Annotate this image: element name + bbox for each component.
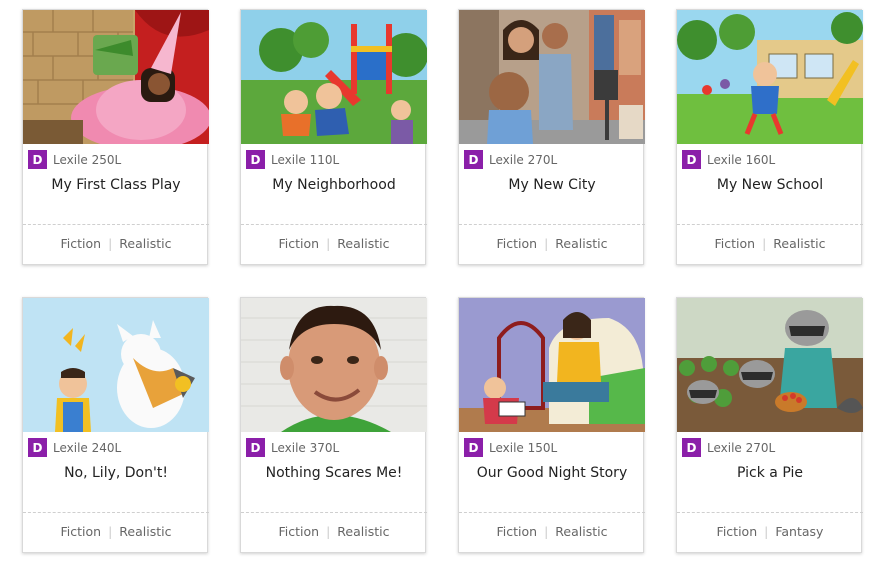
level-badge: D — [28, 150, 47, 169]
book-cover-image[interactable] — [241, 298, 427, 432]
book-card-no-lily-dont[interactable]: D Lexile 240L No, Lily, Don't! Fiction | R… — [22, 297, 209, 553]
genre-tag: Fiction — [716, 524, 758, 539]
subgenre-tag: Realistic — [119, 236, 172, 251]
genre-tag: Fiction — [496, 524, 538, 539]
level-badge: D — [246, 438, 265, 457]
subgenre-tag: Realistic — [555, 524, 608, 539]
genre-tag: Fiction — [714, 236, 756, 251]
genre-tag: Fiction — [496, 236, 538, 251]
subgenre-tag: Realistic — [119, 524, 172, 539]
divider — [241, 512, 427, 513]
lexile-level: Lexile 110L — [271, 152, 340, 167]
tag-separator: | — [108, 524, 113, 539]
book-card-my-neighborhood[interactable]: D Lexile 110L My Neighborhood Fiction | Re… — [240, 9, 427, 265]
divider — [23, 224, 209, 225]
book-cover-image[interactable] — [23, 10, 209, 144]
lexile-level: Lexile 270L — [707, 440, 776, 455]
book-title[interactable]: My Neighborhood — [241, 177, 427, 193]
divider — [241, 224, 427, 225]
lexile-level: Lexile 240L — [53, 440, 122, 455]
level-badge: D — [682, 438, 701, 457]
subgenre-tag: Realistic — [555, 236, 608, 251]
level-badge: D — [246, 150, 265, 169]
lexile-level: Lexile 160L — [707, 152, 776, 167]
divider — [677, 224, 863, 225]
subgenre-tag: Realistic — [337, 524, 390, 539]
book-title[interactable]: No, Lily, Don't! — [23, 465, 209, 481]
level-badge: D — [464, 150, 483, 169]
level-badge: D — [28, 438, 47, 457]
book-card-my-new-school[interactable]: D Lexile 160L My New School Fiction | Real… — [676, 9, 863, 265]
subgenre-tag: Realistic — [773, 236, 826, 251]
level-badge: D — [464, 438, 483, 457]
book-cover-image[interactable] — [677, 298, 863, 432]
genre-tag: Fiction — [60, 236, 102, 251]
book-card-nothing-scares-me[interactable]: D Lexile 370L Nothing Scares Me! Fiction… — [240, 297, 427, 553]
book-card-my-new-city[interactable]: D Lexile 270L My New City Fiction | Realis… — [458, 9, 645, 265]
lexile-level: Lexile 250L — [53, 152, 122, 167]
tag-separator: | — [326, 524, 331, 539]
book-card-my-first-class-play[interactable]: D Lexile 250L My First Class Play Fictio… — [22, 9, 209, 265]
lexile-level: Lexile 270L — [489, 152, 558, 167]
book-title[interactable]: My New School — [677, 177, 863, 193]
tag-separator: | — [326, 236, 331, 251]
lexile-level: Lexile 370L — [271, 440, 340, 455]
tag-separator: | — [544, 524, 549, 539]
book-cover-image[interactable] — [23, 298, 209, 432]
genre-tag: Fiction — [278, 524, 320, 539]
book-title[interactable]: My First Class Play — [23, 177, 209, 193]
book-cover-image[interactable] — [677, 10, 863, 144]
subgenre-tag: Fantasy — [775, 524, 824, 539]
book-title[interactable]: My New City — [459, 177, 645, 193]
divider — [459, 224, 645, 225]
book-card-our-good-night-story[interactable]: D Lexile 150L Our Good Night Story Ficti… — [458, 297, 645, 553]
tag-separator: | — [108, 236, 113, 251]
level-badge: D — [682, 150, 701, 169]
genre-tag: Fiction — [60, 524, 102, 539]
divider — [459, 512, 645, 513]
tag-separator: | — [764, 524, 769, 539]
book-cover-image[interactable] — [241, 10, 427, 144]
divider — [677, 512, 863, 513]
book-cover-image[interactable] — [459, 298, 645, 432]
genre-tag: Fiction — [278, 236, 320, 251]
tag-separator: | — [762, 236, 767, 251]
divider — [23, 512, 209, 513]
tag-separator: | — [544, 236, 549, 251]
book-card-pick-a-pie[interactable]: D Lexile 270L Pick a Pie Fiction | Fantasy — [676, 297, 863, 553]
lexile-level: Lexile 150L — [489, 440, 558, 455]
book-title[interactable]: Nothing Scares Me! — [241, 465, 427, 481]
book-title[interactable]: Pick a Pie — [677, 465, 863, 481]
subgenre-tag: Realistic — [337, 236, 390, 251]
book-title[interactable]: Our Good Night Story — [459, 465, 645, 481]
book-cover-image[interactable] — [459, 10, 645, 144]
